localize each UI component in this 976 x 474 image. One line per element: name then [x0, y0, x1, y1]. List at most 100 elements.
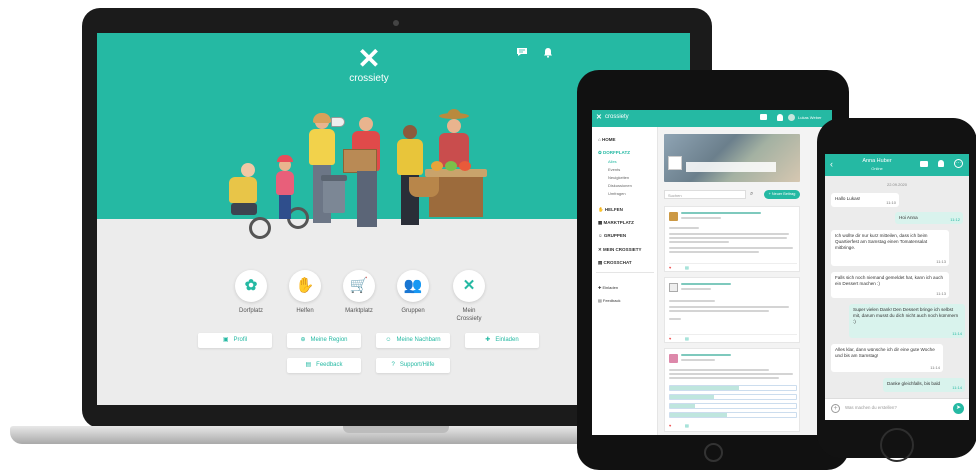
like-icon[interactable]: ♥	[669, 265, 671, 270]
message-text: Danke gleichfalls, bis bald	[887, 381, 941, 386]
message-time: 11:12	[950, 217, 960, 222]
laptop-notch	[343, 426, 449, 433]
sidebar-item-einladen[interactable]: ✚ Einladen	[598, 285, 618, 290]
sidebar-item-gruppen[interactable]: ☺ GRUPPEN	[598, 233, 626, 239]
tablet-brand: crossiety	[605, 114, 629, 120]
chat-input[interactable]: Was machen du erstellen?	[845, 405, 941, 410]
poll-option[interactable]	[669, 403, 797, 409]
divider	[596, 272, 654, 273]
search-icon[interactable]: ⌕	[750, 191, 753, 198]
feedback-label: Feedback	[316, 362, 343, 368]
chat-icon[interactable]	[516, 47, 528, 57]
community-illustration	[219, 109, 499, 253]
phone-home-button[interactable]	[880, 428, 914, 462]
post-card[interactable]: ♥ ▤	[664, 277, 800, 343]
sidebar-item-marktplatz[interactable]: ▦ MARKTPLATZ	[598, 220, 634, 226]
post-card[interactable]: ♥ ▤	[664, 206, 800, 272]
chat-contact-status: Online	[871, 166, 883, 171]
more-icon[interactable]: ···	[954, 159, 963, 168]
new-post-button[interactable]: + Neuer Beitrag	[764, 190, 800, 199]
poll-card[interactable]: ♥ ▤	[664, 348, 800, 432]
chat-message-own: Super vielen Dank! Den Dessert bringe ic…	[849, 304, 965, 338]
crossiety-logo-icon[interactable]: ✕	[353, 45, 385, 73]
add-attachment-icon[interactable]: +	[831, 404, 840, 413]
sidebar-item-label: HOME	[601, 137, 616, 142]
bell-icon[interactable]	[542, 47, 554, 58]
sidebar-item-crosschat[interactable]: ▤ CROSSCHAT	[598, 260, 632, 266]
comment-icon[interactable]: ▤	[685, 265, 689, 270]
bell-icon[interactable]	[938, 160, 944, 167]
sidebar-item-label: DORFPLATZ	[603, 150, 630, 155]
tablet-home-button[interactable]	[704, 443, 723, 462]
subnav-events[interactable]: Events	[608, 167, 620, 172]
einladen-label: Einladen	[495, 337, 519, 343]
sidebar-item-label: Einladen	[602, 285, 619, 290]
comment-icon[interactable]: ▤	[685, 423, 689, 428]
category-label-mein-crossiety: Mein Crossiety	[456, 308, 482, 322]
message-text: Hoi Anna	[899, 215, 918, 220]
meine-region-button[interactable]: ⊕ Meine Region	[287, 333, 361, 348]
tablet-chat-icon[interactable]	[760, 114, 767, 120]
group-icon[interactable]: 👥	[397, 270, 429, 302]
subnav-diskussionen[interactable]: Diskussionen	[608, 183, 632, 188]
chat-contact-name: Anna Huber	[862, 158, 892, 164]
sidebar-item-label: GRUPPEN	[603, 233, 627, 238]
message-text: Falls sich noch niemand gemeldet hat, ka…	[835, 275, 944, 286]
municipality-logo	[668, 156, 682, 170]
region-icon: ⊕	[300, 337, 306, 343]
feedback-icon: ▤	[305, 362, 312, 368]
back-chevron-icon[interactable]: ‹	[830, 159, 833, 169]
tablet-screen: ✕ crossiety Lukas Weber ⌂ HOME ✿ DORFPLA…	[592, 110, 832, 435]
subnav-neuigkeiten[interactable]: Neuigkeiten	[608, 175, 629, 180]
sidebar-item-home[interactable]: ⌂ HOME	[598, 137, 615, 143]
profil-button[interactable]: ▣ Profil	[198, 333, 272, 348]
comment-icon[interactable]: ▤	[685, 336, 689, 341]
dorfplatz-icon[interactable]: ✿	[235, 270, 267, 302]
neighbours-icon: ☺	[385, 337, 392, 343]
chat-icon[interactable]	[920, 161, 928, 167]
chat-message: Ich wollte dir nur kurz mitteilen, dass …	[831, 230, 949, 266]
village-banner-image	[664, 134, 800, 182]
like-icon[interactable]: ♥	[669, 423, 671, 428]
chat-message: Alles klar, dann wünsche ich dir eine gu…	[831, 344, 943, 372]
basket-icon[interactable]: 🛒	[343, 270, 375, 302]
help-icon: ?	[391, 362, 395, 368]
crossiety-x-icon[interactable]: ✕	[453, 270, 485, 302]
sidebar-item-helfen[interactable]: ✋ HELFEN	[598, 207, 623, 213]
einladen-button[interactable]: ✚ Einladen	[465, 333, 539, 348]
chat-message: Hallo Lukas! 11:10	[831, 193, 899, 207]
sidebar-item-feedback[interactable]: ▤ Feedback	[598, 298, 620, 303]
poll-option[interactable]	[669, 394, 797, 400]
message-text: Super vielen Dank! Den Dessert bringe ic…	[853, 307, 959, 324]
tablet-bell-icon[interactable]	[777, 114, 783, 121]
tablet-logo-icon[interactable]: ✕	[596, 113, 602, 121]
sidebar-item-label: MEIN CROSSIETY	[603, 247, 642, 252]
phone-screen: ‹ Anna Huber Online ··· 22.09.2020 Hallo…	[825, 154, 969, 420]
sidebar-item-mein-crossiety[interactable]: ✕ MEIN CROSSIETY	[598, 247, 642, 253]
avatar[interactable]	[788, 114, 795, 121]
support-hilfe-button[interactable]: ? Support/Hilfe	[376, 358, 450, 373]
sidebar-item-label: CROSSCHAT	[603, 260, 632, 265]
meine-region-label: Meine Region	[310, 337, 348, 343]
tablet-search-input[interactable]: Suchen	[664, 190, 746, 199]
message-time: 11:14	[930, 365, 940, 370]
sidebar-item-dorfplatz[interactable]: ✿ DORFPLATZ	[598, 150, 630, 156]
poll-option[interactable]	[669, 385, 797, 391]
feedback-button[interactable]: ▤ Feedback	[287, 358, 361, 373]
subnav-umfragen[interactable]: Umfragen	[608, 191, 626, 196]
chat-message: Falls sich noch niemand gemeldet hat, ka…	[831, 272, 949, 298]
avatar	[669, 354, 678, 363]
sidebar-item-label: Feedback	[602, 298, 621, 303]
like-icon[interactable]: ♥	[669, 336, 671, 341]
brand-name: crossiety	[349, 73, 389, 84]
meine-nachbarn-button[interactable]: ☺ Meine Nachbarn	[376, 333, 450, 348]
send-icon[interactable]: ➤	[953, 403, 964, 414]
helping-hand-icon[interactable]: ✋	[289, 270, 321, 302]
poll-option[interactable]	[669, 412, 797, 418]
sidebar-item-label: MARKTPLATZ	[603, 220, 634, 225]
tablet-username[interactable]: Lukas Weber	[798, 115, 822, 120]
subnav-alles[interactable]: Alles	[608, 159, 617, 164]
chat-date: 22.09.2020	[886, 182, 908, 187]
device-mockup-scene: ✕ crossiety ✿ Dorfplatz ✋ Helfen 🛒 Markt…	[0, 0, 976, 474]
chat-message-own: Hoi Anna 11:12	[895, 212, 963, 224]
